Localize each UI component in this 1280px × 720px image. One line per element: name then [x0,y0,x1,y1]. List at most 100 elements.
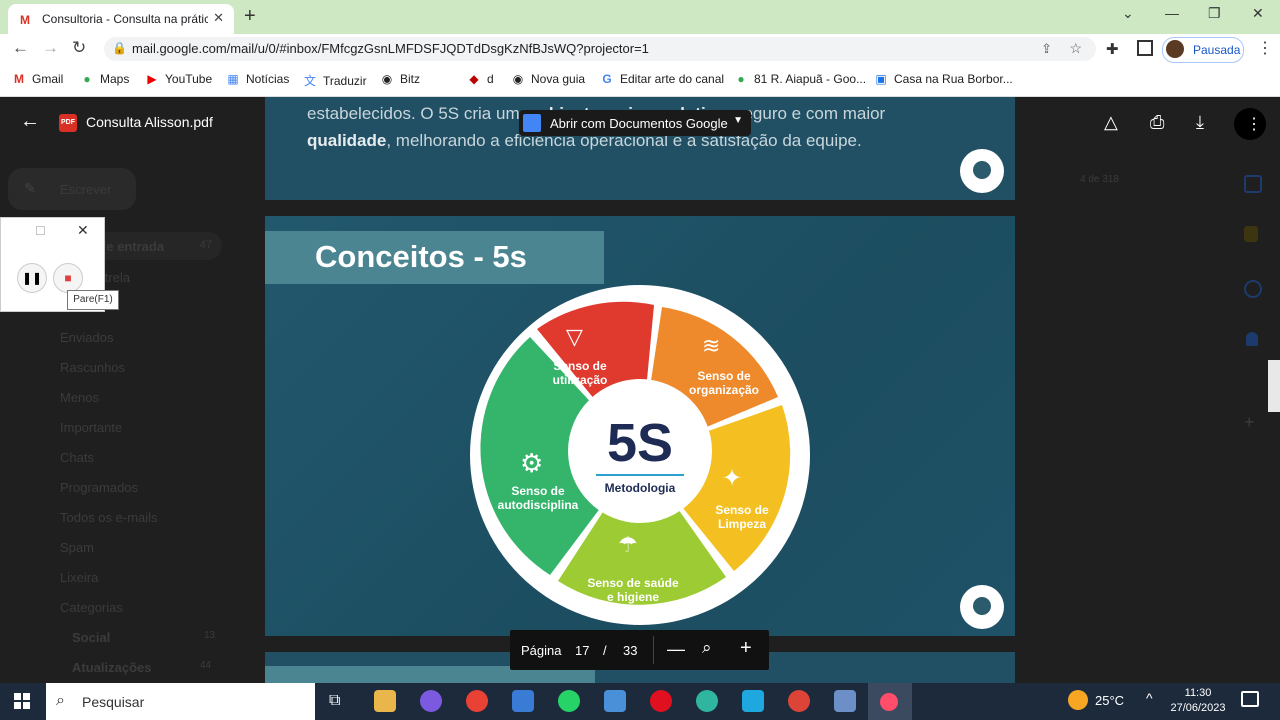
taskbar-search[interactable]: ⌕ Pesquisar [46,683,315,720]
broom-icon: ✦ [722,465,743,492]
folder-drafts[interactable]: Rascunhos [60,360,125,375]
close-recorder-icon[interactable]: ✕ [77,222,89,239]
category-social[interactable]: Social [72,630,110,645]
profile-button[interactable]: Pausada [1162,37,1244,63]
folder-less[interactable]: Menos [60,390,99,405]
translate-icon: 文 [303,74,316,88]
new-tab-button[interactable]: + [244,5,256,28]
current-page-input[interactable]: 17 [575,643,589,658]
back-icon[interactable]: ← [12,38,29,58]
chevron-up-icon[interactable]: ^ [1146,690,1153,706]
share-icon[interactable]: ⇪ [1041,41,1052,57]
star-icon[interactable]: ☆ [1069,40,1082,57]
folder-categories[interactable]: Categorias [60,600,123,615]
windows-start-icon[interactable] [14,693,30,709]
paint-icon[interactable] [604,690,626,712]
bookmark-maps[interactable]: ● Maps [80,72,129,86]
folder-chats[interactable]: Chats [60,450,94,465]
pdf-file-icon: PDF [59,114,77,132]
close-window-button[interactable]: ✕ [1252,5,1264,22]
notifications-icon[interactable] [1241,691,1259,707]
task-view-icon[interactable]: ⧉ [329,692,340,710]
zoom-icon[interactable]: ⌕ [702,638,712,658]
label-utilizacao: Senso de utilização [552,359,608,387]
calendar-icon[interactable] [1244,175,1262,193]
layers-icon: ≋ [702,333,721,358]
close-tab-icon[interactable]: ✕ [213,10,224,26]
bookmark-d[interactable]: ◆ d [467,72,493,86]
folder-spam[interactable]: Spam [60,540,94,555]
folder-scheduled[interactable]: Programados [60,480,138,495]
social-count: 13 [204,630,216,641]
forward-icon[interactable]: → [42,38,59,58]
tasks-icon[interactable] [1244,280,1262,298]
label-limpeza: Senso de Limpeza [715,503,769,531]
open-with-label: Abrir com Documentos Google [550,116,728,131]
tab-search-icon[interactable]: ⌄ [1122,5,1134,22]
menu-icon[interactable]: ⋮ [1257,38,1273,58]
download-icon[interactable]: ⤓ [1196,112,1204,133]
bookmark-editar-arte[interactable]: G Editar arte do canal [600,72,724,86]
keep-icon[interactable] [1244,226,1258,242]
search-app-icon[interactable] [742,690,764,712]
restore-button[interactable]: ❐ [1208,5,1221,22]
updates-count: 44 [200,660,212,671]
temperature[interactable]: 25°C [1095,693,1124,708]
slide-title: Conceitos - 5s [315,239,527,274]
zoom-out-icon[interactable]: — [667,639,685,660]
add-to-drive-icon[interactable]: △ [1104,112,1118,133]
reload-icon[interactable]: ↻ [72,38,86,58]
page-label: Página [521,643,562,658]
clock[interactable]: 11:30 27/06/2023 [1168,686,1228,716]
opera-icon[interactable] [650,690,672,712]
dropdown-arrow-icon[interactable]: ▼ [733,115,743,126]
bookmark-noticias[interactable]: ▦ Notícias [226,72,289,86]
back-arrow-icon[interactable]: ← [20,110,40,133]
more-options-button[interactable]: ⋮ [1234,108,1266,140]
side-panel-icon[interactable] [1137,40,1153,56]
bookmark-aiapua[interactable]: ● 81 R. Aiapuã - Goo... [734,72,866,86]
bookmark-bitz[interactable]: ◉ Bitz [380,72,420,86]
pencil-icon: ✎ [24,180,36,196]
add-addon-icon[interactable]: + [1244,412,1255,433]
compose-button[interactable]: ✎ Escrever [8,168,136,210]
bookmark-youtube[interactable]: ▶ YouTube [145,72,212,86]
compose-label: Escrever [60,182,112,197]
bookmark-casa[interactable]: ▣ Casa na Rua Borbor... [874,72,1012,86]
address-bar[interactable]: 🔒 mail.google.com/mail/u/0/#inbox/FMfcgz… [104,37,1096,61]
whatsapp-icon[interactable] [558,690,580,712]
chrome-active-icon[interactable] [788,690,810,712]
house-icon: ▣ [875,72,887,86]
file-explorer-icon[interactable] [374,690,396,712]
maximize-icon[interactable]: ☐ [35,224,46,238]
category-updates[interactable]: Atualizações [72,660,151,675]
gmail-icon: M [14,72,24,86]
copilot-icon[interactable] [420,690,442,712]
browser-tab[interactable]: M Consultoria - Consulta na prática ✕ [8,4,234,34]
extensions-icon[interactable]: ✚ [1106,40,1119,58]
youtube-icon: ▶ [147,72,157,86]
gear-cycle-icon: ⚙ [520,448,544,478]
label-organizacao: Senso de organização [688,369,760,397]
network-app-icon[interactable] [834,690,856,712]
bookmark-traduzir[interactable]: 文 Traduzir [303,72,367,89]
pause-button[interactable]: ❚❚ [17,263,47,293]
folder-all-mail[interactable]: Todos os e-mails [60,510,158,525]
folder-important[interactable]: Importante [60,420,122,435]
open-with-google-docs-button[interactable]: Abrir com Documentos Google ▼ [519,110,751,136]
folder-trash[interactable]: Lixeira [60,570,98,585]
folder-sent[interactable]: Enviados [60,330,113,345]
contacts-icon[interactable] [1246,332,1258,346]
message-count: 4 de 318 [1080,174,1119,185]
stop-button[interactable]: ■ [53,263,83,293]
zoom-in-icon[interactable]: + [740,637,752,660]
edge-icon[interactable] [696,690,718,712]
scrollbar-thumb[interactable] [1268,360,1280,412]
recorder-app-icon[interactable] [868,683,912,720]
print-icon[interactable]: ⎙ [1150,112,1164,133]
chrome-icon[interactable] [466,690,488,712]
bookmark-nova-guia[interactable]: ◉ Nova guia [511,72,585,86]
minimize-button[interactable]: — [1165,5,1179,21]
bookmark-gmail[interactable]: M Gmail [12,72,63,86]
store-icon[interactable] [512,690,534,712]
